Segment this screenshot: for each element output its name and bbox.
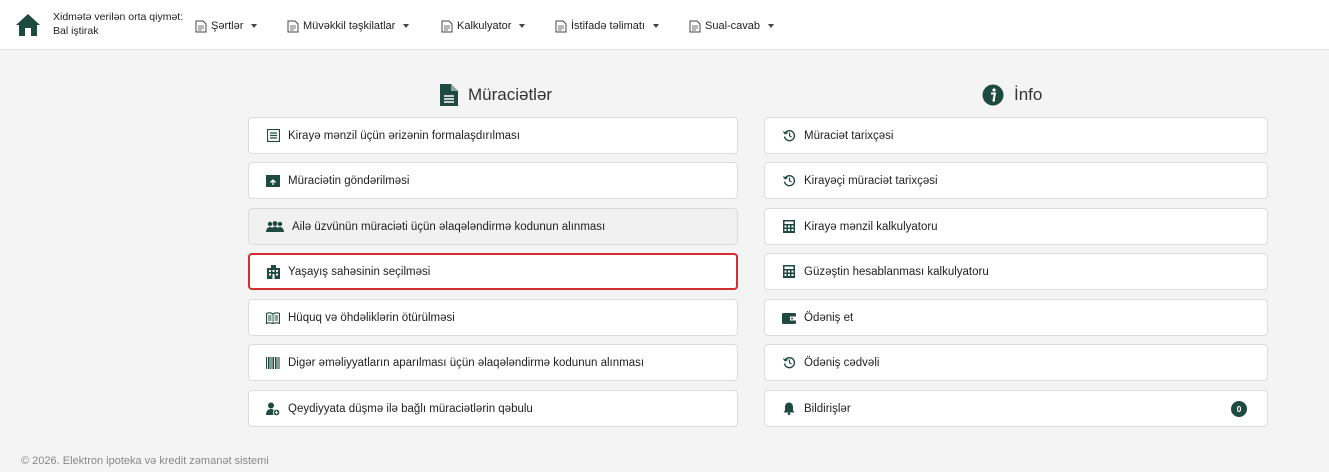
- chevron-down-icon: [251, 24, 258, 28]
- other-operations-code-card[interactable]: Digər əməliyyatların aparılması üçün əla…: [248, 344, 738, 381]
- family-code-card[interactable]: Ailə üzvünün müraciəti üçün əlaqələndirm…: [248, 208, 738, 245]
- application-form-card[interactable]: Kirayə mənzil üçün ərizənin formalaşdırı…: [248, 117, 738, 154]
- nav-terms[interactable]: Şərtlər: [195, 18, 258, 34]
- chevron-down-icon: [403, 24, 410, 28]
- footer-copyright: © 2026. Elektron ipoteka və kredit zəman…: [21, 455, 269, 467]
- send-application-label: Müraciətin göndərilməsi: [288, 174, 410, 187]
- user-add-icon: [266, 402, 280, 416]
- rights-transfer-card[interactable]: Hüquq və öhdəliklərin ötürülməsi: [248, 299, 738, 336]
- chevron-down-icon: [768, 24, 775, 28]
- service-price-label: Xidmətə verilən orta qiymət:: [53, 11, 184, 23]
- notifications-card[interactable]: Bildirişlər 0: [764, 390, 1268, 427]
- nav-terms-label: Şərtlər: [211, 20, 244, 32]
- housing-selection-card[interactable]: Yaşayış sahəsinin seçilməsi: [248, 253, 738, 290]
- other-operations-code-label: Digər əməliyyatların aparılması üçün əla…: [288, 356, 645, 369]
- registration-applications-label: Qeydiyyata düşmə ilə bağlı müraciətlərin…: [288, 402, 533, 415]
- make-payment-label: Ödəniş et: [804, 311, 854, 324]
- calculator-icon: [782, 265, 796, 279]
- building-icon: [266, 264, 280, 279]
- make-payment-card[interactable]: Ödəniş et: [764, 299, 1268, 336]
- home-icon[interactable]: [15, 12, 41, 38]
- file-icon: [440, 84, 458, 106]
- calculator-icon: [782, 220, 796, 234]
- application-history-card[interactable]: Müraciət tarixçəsi: [764, 117, 1268, 154]
- document-icon: [441, 20, 453, 32]
- chevron-down-icon: [519, 24, 526, 28]
- book-icon: [266, 311, 280, 325]
- notifications-count-badge: 0: [1231, 401, 1247, 417]
- applications-title: Müraciətlər: [468, 85, 553, 104]
- nav-user-guide-label: İstifadə təlimatı: [571, 20, 645, 32]
- family-icon: [266, 220, 284, 234]
- rent-calculator-card[interactable]: Kirayə mənzil kalkulyatoru: [764, 208, 1268, 245]
- registration-applications-card[interactable]: Qeydiyyata düşmə ilə bağlı müraciətlərin…: [248, 390, 738, 427]
- discount-calculator-card[interactable]: Güzəştin hesablanması kalkulyatoru: [764, 253, 1268, 290]
- application-history-label: Müraciət tarixçəsi: [804, 129, 894, 142]
- info-icon: [982, 84, 1004, 106]
- notifications-label: Bildirişlər: [804, 402, 851, 415]
- application-form-label: Kirayə mənzil üçün ərizənin formalaşdırı…: [288, 129, 521, 142]
- nav-calculator[interactable]: Kalkulyator: [441, 18, 526, 34]
- service-price-value: Bal iştirak: [53, 25, 99, 37]
- barcode-icon: [266, 356, 280, 370]
- rights-transfer-label: Hüquq və öhdəliklərin ötürülməsi: [288, 311, 455, 324]
- nav-calculator-label: Kalkulyator: [457, 20, 512, 32]
- top-navbar: Xidmətə verilən orta qiymət: Bal iştirak…: [0, 0, 1329, 50]
- payment-schedule-label: Ödəniş cədvəli: [804, 356, 880, 369]
- info-title: İnfo: [1014, 85, 1043, 104]
- chevron-down-icon: [652, 24, 659, 28]
- applications-section-title: Müraciətlər: [440, 80, 552, 110]
- discount-calculator-label: Güzəştin hesablanması kalkulyatoru: [804, 265, 989, 278]
- history-icon: [782, 129, 796, 143]
- form-icon: [266, 129, 280, 143]
- nav-organizations[interactable]: Müvəkkil təşkilatlar: [287, 18, 410, 34]
- tenant-application-history-label: Kirayəçi müraciət tarixçəsi: [804, 174, 938, 187]
- send-application-card[interactable]: Müraciətin göndərilməsi: [248, 162, 738, 199]
- history-icon: [782, 174, 796, 188]
- payment-schedule-card[interactable]: Ödəniş cədvəli: [764, 344, 1268, 381]
- nav-faq[interactable]: Sual-cavab: [689, 18, 775, 34]
- tenant-application-history-card[interactable]: Kirayəçi müraciət tarixçəsi: [764, 162, 1268, 199]
- document-icon: [689, 20, 701, 32]
- rent-calculator-label: Kirayə mənzil kalkulyatoru: [804, 220, 938, 233]
- service-price-info: Xidmətə verilən orta qiymət: Bal iştirak: [53, 10, 183, 38]
- send-box-icon: [266, 174, 280, 188]
- nav-organizations-label: Müvəkkil təşkilatlar: [303, 20, 396, 32]
- nav-user-guide[interactable]: İstifadə təlimatı: [555, 18, 659, 34]
- history-icon: [782, 356, 796, 370]
- housing-selection-label: Yaşayış sahəsinin seçilməsi: [288, 265, 431, 278]
- document-icon: [555, 20, 567, 32]
- info-section-title: İnfo: [982, 80, 1042, 110]
- wallet-icon: [782, 311, 796, 325]
- family-code-label: Ailə üzvünün müraciəti üçün əlaqələndirm…: [292, 220, 606, 233]
- document-icon: [195, 20, 207, 32]
- document-icon: [287, 20, 299, 32]
- bell-icon: [782, 402, 796, 416]
- nav-faq-label: Sual-cavab: [705, 20, 761, 32]
